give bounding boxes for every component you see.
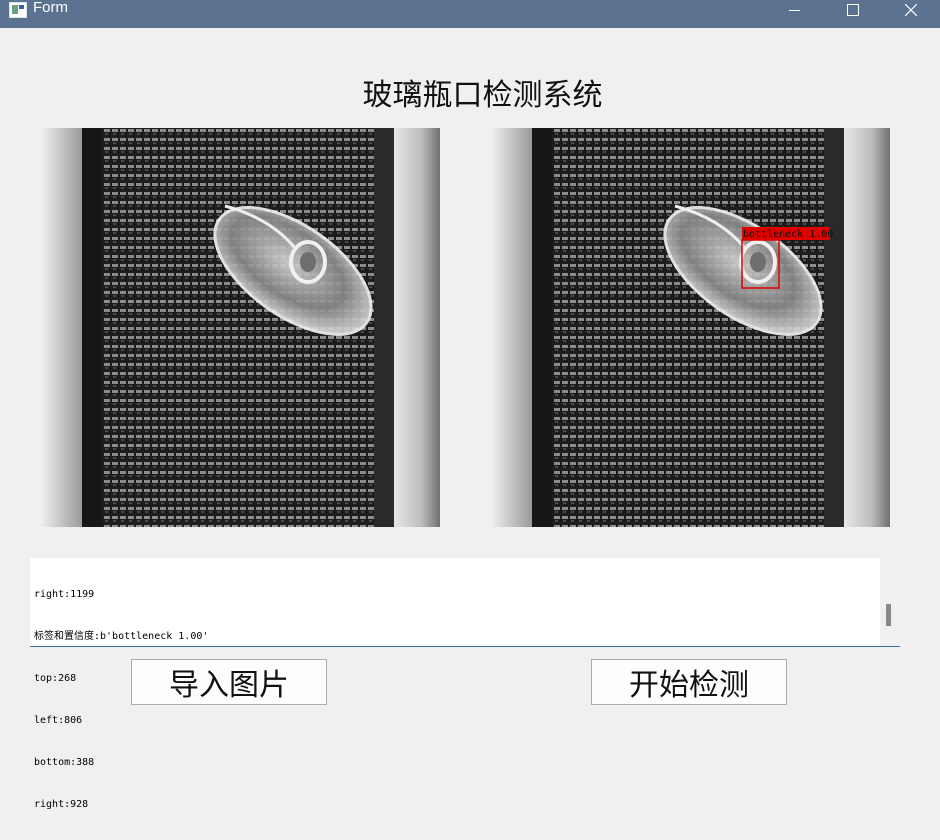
log-line: 标签和置信度:b'bottleneck 1.00' — [34, 631, 209, 642]
app-window-icon — [9, 2, 27, 18]
log-line: left:806 — [34, 715, 83, 726]
result-image-view: bottleneck 1.00 — [490, 128, 890, 527]
original-image-view — [40, 128, 440, 527]
log-line: right:1199 — [34, 589, 95, 600]
close-icon — [905, 4, 917, 16]
minimize-icon — [788, 9, 800, 11]
import-image-button[interactable]: 导入图片 — [131, 659, 327, 705]
start-detection-button[interactable]: 开始检测 — [591, 659, 787, 705]
window-titlebar: Form — [0, 0, 940, 28]
detection-log-textbox[interactable]: right:1199 标签和置信度:b'bottleneck 1.00' top… — [30, 558, 900, 810]
detection-label: bottleneck 1.00 — [743, 229, 833, 240]
log-line: right:928 — [34, 799, 89, 810]
window-title: Form — [33, 0, 68, 16]
minimize-button[interactable] — [771, 0, 817, 20]
log-line: bottom:388 — [34, 757, 95, 768]
log-scrollbar-thumb[interactable] — [886, 604, 891, 626]
maximize-icon — [847, 4, 859, 16]
close-button[interactable] — [888, 0, 934, 20]
maximize-button[interactable] — [830, 0, 876, 20]
log-scrollbar[interactable] — [880, 558, 900, 646]
page-title: 玻璃瓶口检测系统 — [362, 78, 603, 113]
